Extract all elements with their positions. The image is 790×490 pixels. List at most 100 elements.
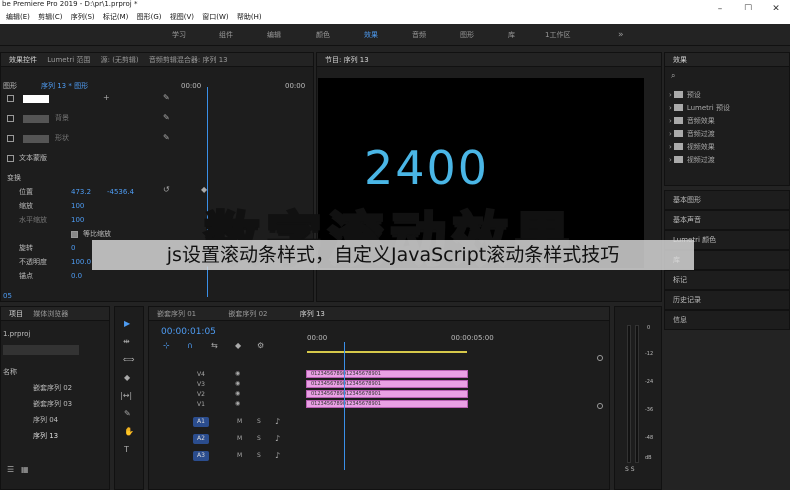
effects-item-video-effects[interactable]: › 视频效果 — [669, 140, 789, 154]
effects-item-lumetri-presets[interactable]: › Lumetri 预设 — [669, 101, 789, 115]
menu-edit[interactable]: 编辑(E) — [6, 10, 30, 24]
ws-graphics[interactable]: 图形 — [460, 24, 474, 46]
add-icon[interactable]: + — [103, 93, 110, 103]
history-panel[interactable]: 历史记录 — [664, 290, 790, 310]
prop-position-value[interactable]: 473.2 — [71, 187, 91, 197]
eye-icon[interactable]: ◉ — [235, 399, 240, 409]
effects-item-audio-transitions[interactable]: › 音频过渡 — [669, 127, 789, 141]
scroll-handle[interactable] — [597, 403, 603, 409]
tab-project[interactable]: 项目 — [9, 307, 23, 320]
track-select-tool-icon[interactable]: ⇹ — [123, 337, 130, 347]
text-mask-checkbox[interactable] — [7, 155, 14, 162]
tab-source[interactable]: 源: (无剪辑) — [101, 53, 139, 66]
timeline-timecode[interactable]: 00:00:01:05 — [161, 327, 216, 337]
solo-toggle[interactable]: S — [257, 452, 261, 460]
work-area-bar[interactable] — [307, 351, 467, 353]
ws-learn[interactable]: 学习 — [172, 24, 186, 46]
mute-toggle[interactable]: M — [237, 452, 242, 460]
clip-v3[interactable]: 0123456789012345678901 — [306, 380, 468, 388]
track-a2[interactable]: A2 — [193, 434, 209, 444]
icon-view-icon[interactable]: ▦ — [21, 465, 29, 475]
eyedropper-icon[interactable]: ✎ — [163, 113, 170, 123]
ripple-edit-tool-icon[interactable]: ⟺ — [123, 355, 134, 365]
reset-icon[interactable]: ↺ — [163, 185, 170, 195]
clip-v1[interactable]: 0123456789012345678901 — [306, 400, 468, 408]
type-tool-icon[interactable]: T — [124, 445, 129, 455]
effects-item-presets[interactable]: › 预设 — [669, 88, 789, 102]
menu-graphics[interactable]: 图形(G) — [137, 10, 162, 24]
timeline-playhead[interactable] — [344, 342, 345, 470]
essential-graphics-panel[interactable]: 基本图形 — [664, 190, 790, 210]
track-label-v4[interactable]: V4 — [197, 371, 205, 379]
linked-icon[interactable]: ⇆ — [211, 341, 218, 351]
track-a1[interactable]: A1 — [193, 417, 209, 427]
wrench-icon[interactable]: ⚙ — [257, 341, 264, 351]
tab-media-browser[interactable]: 媒体浏览器 — [33, 307, 68, 320]
menu-marker[interactable]: 标记(M) — [103, 10, 129, 24]
eyedropper-icon[interactable]: ✎ — [163, 93, 170, 103]
menu-help[interactable]: 帮助(H) — [237, 10, 262, 24]
effects-item-audio-effects[interactable]: › 音频效果 — [669, 114, 789, 128]
project-search-input[interactable] — [3, 345, 79, 355]
selection-tool-icon[interactable]: ▶ — [124, 319, 130, 329]
mute-toggle[interactable]: M — [237, 435, 242, 443]
mic-icon[interactable]: ♪ — [275, 451, 280, 461]
tab-nested-seq-02[interactable]: 嵌套序列 02 — [228, 307, 267, 320]
solo-toggle[interactable]: S — [257, 435, 261, 443]
prop-scale-value[interactable]: 100 — [71, 201, 84, 211]
prop-rotation-value[interactable]: 0 — [71, 243, 75, 253]
project-item[interactable]: 嵌套序列 03 — [33, 399, 72, 409]
list-view-icon[interactable]: ☰ — [7, 465, 14, 475]
eye-icon[interactable]: ◉ — [235, 369, 240, 379]
zoom-handle[interactable] — [597, 355, 603, 361]
ws-editing[interactable]: 编辑 — [267, 24, 281, 46]
tab-effects[interactable]: 效果 — [673, 53, 687, 66]
essential-sound-panel[interactable]: 基本声音 — [664, 210, 790, 230]
project-item[interactable]: 序列 13 — [33, 431, 58, 441]
project-col-name[interactable]: 名称 — [3, 367, 17, 377]
menu-view[interactable]: 视图(V) — [170, 10, 194, 24]
tab-seq-13[interactable]: 序列 13 — [300, 307, 325, 320]
ws-color[interactable]: 颜色 — [316, 24, 330, 46]
snap-icon[interactable]: ⊹ — [163, 341, 170, 351]
tab-program[interactable]: 节目: 序列 13 — [325, 53, 369, 66]
mic-icon[interactable]: ♪ — [275, 417, 280, 427]
eye-icon[interactable]: ◉ — [235, 379, 240, 389]
solo-buttons[interactable]: S S — [625, 465, 635, 475]
mic-icon[interactable]: ♪ — [275, 434, 280, 444]
ws-more[interactable]: » — [618, 24, 624, 46]
tab-effect-controls[interactable]: 效果控件 — [9, 53, 37, 66]
prop-anchor-value[interactable]: 0.0 — [71, 271, 82, 281]
info-panel[interactable]: 信息 — [664, 310, 790, 330]
layer-checkbox-2[interactable] — [7, 115, 14, 122]
menu-clip[interactable]: 剪辑(C) — [38, 10, 62, 24]
keyframe-icon[interactable]: ◆ — [201, 185, 207, 195]
tab-lumetri-scopes[interactable]: Lumetri 范围 — [47, 53, 90, 66]
project-item[interactable]: 序列 04 — [33, 415, 58, 425]
menu-sequence[interactable]: 序列(S) — [71, 10, 95, 24]
ws-libraries[interactable]: 库 — [508, 24, 515, 46]
clip-v4[interactable]: 0123456789012345678901 — [306, 370, 468, 378]
ws-effects[interactable]: 效果 — [364, 24, 378, 46]
track-label-v1[interactable]: V1 — [197, 401, 205, 409]
prop-hscale-value[interactable]: 100 — [71, 215, 84, 225]
uniform-scale-checkbox[interactable] — [71, 231, 78, 238]
tab-audio-mixer[interactable]: 音频剪辑混合器: 序列 13 — [149, 53, 228, 66]
pen-tool-icon[interactable]: ✎ — [124, 409, 131, 419]
track-label-v3[interactable]: V3 — [197, 381, 205, 389]
eye-icon[interactable]: ◉ — [235, 389, 240, 399]
marker-icon[interactable]: ◆ — [235, 341, 241, 351]
project-item[interactable]: 嵌套序列 02 — [33, 383, 72, 393]
effects-item-video-transitions[interactable]: › 视频过渡 — [669, 153, 789, 167]
prop-position-value2[interactable]: -4536.4 — [107, 187, 134, 197]
clip-v2[interactable]: 0123456789012345678901 — [306, 390, 468, 398]
ws-audio[interactable]: 音频 — [412, 24, 426, 46]
eyedropper-icon[interactable]: ✎ — [163, 133, 170, 143]
track-a3[interactable]: A3 — [193, 451, 209, 461]
fill-swatch[interactable] — [23, 95, 49, 103]
ws-custom[interactable]: 1工作区 — [545, 24, 570, 46]
tab-nested-seq-01[interactable]: 嵌套序列 01 — [157, 307, 196, 320]
background-swatch[interactable] — [23, 115, 49, 123]
track-label-v2[interactable]: V2 — [197, 391, 205, 399]
prop-opacity-value[interactable]: 100.0 — [71, 257, 91, 267]
